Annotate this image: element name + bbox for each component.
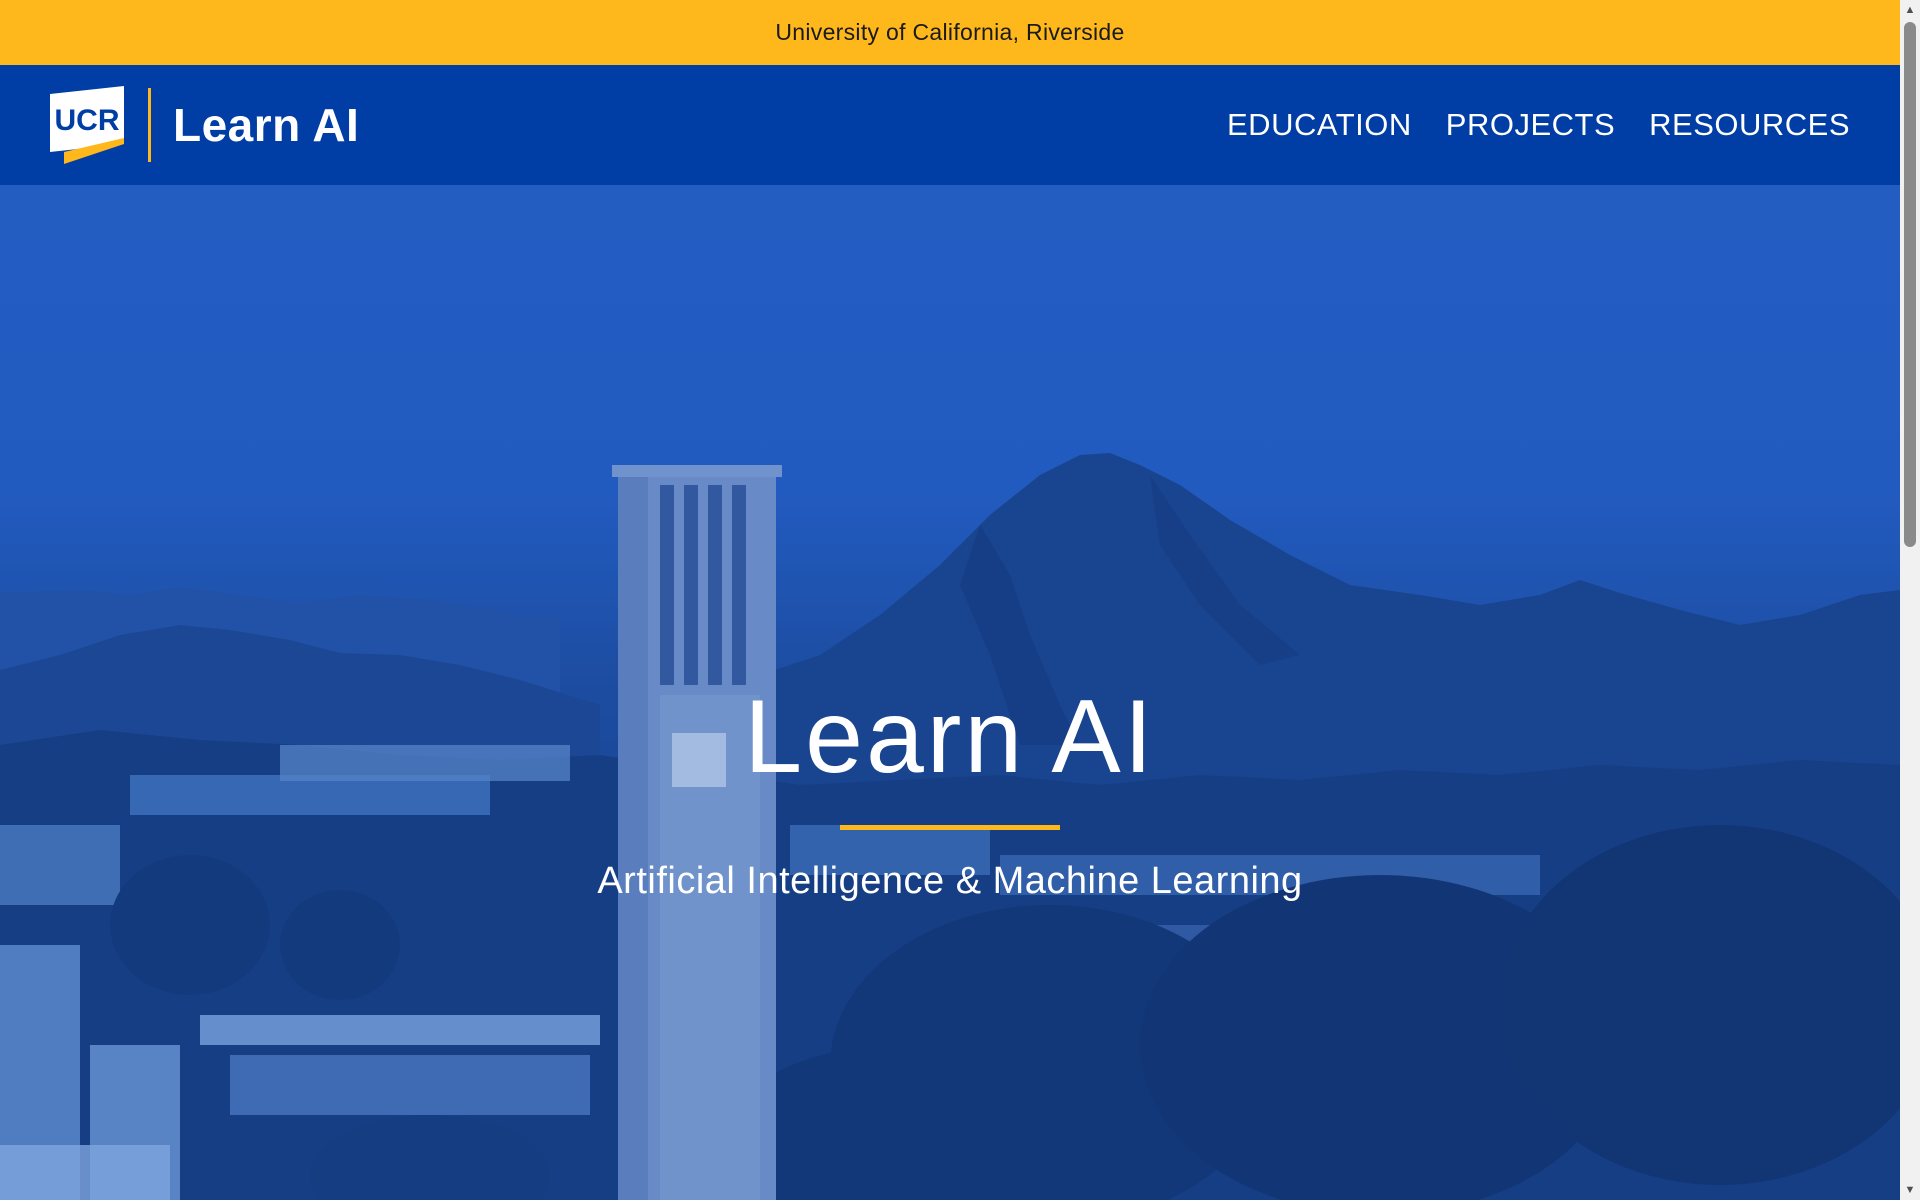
scrollbar-thumb[interactable]	[1904, 22, 1916, 547]
vertical-scrollbar[interactable]: ▲ ▼	[1900, 0, 1920, 1200]
hero-section: Learn AI Artificial Intelligence & Machi…	[0, 185, 1900, 1200]
university-name[interactable]: University of California, Riverside	[775, 19, 1124, 46]
logo-text: UCR	[55, 104, 120, 137]
hero-content: Learn AI Artificial Intelligence & Machi…	[0, 685, 1900, 903]
hero-divider	[840, 825, 1060, 830]
site-header: UCR Learn AI EDUCATION PROJECTS RESOURCE…	[0, 65, 1900, 185]
scroll-down-arrow-icon[interactable]: ▼	[1900, 1180, 1920, 1200]
ucr-logo[interactable]: UCR	[50, 86, 124, 164]
main-nav: EDUCATION PROJECTS RESOURCES	[1227, 107, 1850, 143]
hero-subtitle: Artificial Intelligence & Machine Learni…	[597, 860, 1303, 902]
page: University of California, Riverside UCR …	[0, 0, 1920, 1200]
hero-title: Learn AI	[744, 679, 1156, 795]
nav-education[interactable]: EDUCATION	[1227, 107, 1412, 143]
nav-projects[interactable]: PROJECTS	[1446, 107, 1615, 143]
site-title[interactable]: Learn AI	[173, 98, 359, 152]
university-banner: University of California, Riverside	[0, 0, 1900, 65]
nav-resources[interactable]: RESOURCES	[1649, 107, 1850, 143]
header-divider	[148, 88, 151, 162]
scroll-up-arrow-icon[interactable]: ▲	[1900, 0, 1920, 20]
